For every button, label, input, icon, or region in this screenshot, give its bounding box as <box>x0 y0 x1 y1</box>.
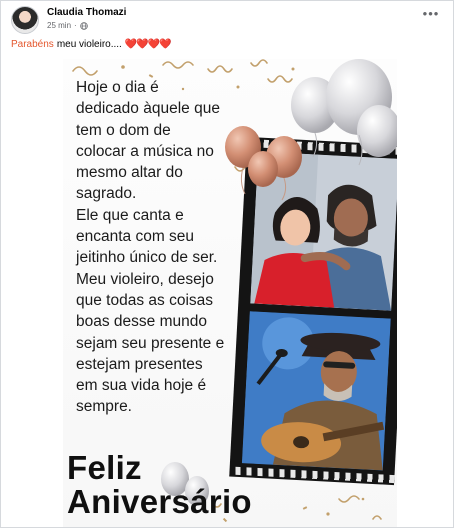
more-horizontal-icon[interactable]: ••• <box>421 7 441 25</box>
post-header: Claudia Thomazi 25 min · ••• <box>11 6 445 36</box>
author-avatar[interactable] <box>11 6 39 34</box>
caption-text: meu violeiro.... <box>56 39 122 50</box>
film-strip <box>229 136 397 486</box>
message-line: Hoje o dia é <box>76 79 159 96</box>
couple-illustration <box>250 151 397 311</box>
post-time[interactable]: 25 min <box>47 21 71 30</box>
globe-icon <box>79 21 88 30</box>
author-name[interactable]: Claudia Thomazi <box>47 7 126 18</box>
caption-emoji: ❤️❤️❤️❤️ <box>124 39 172 50</box>
facebook-post: Claudia Thomazi 25 min · ••• Parabéns me… <box>0 0 454 528</box>
message-line: dedicado àquele que <box>76 100 220 118</box>
birthday-card: Hoje o dia é dedicado àquele que tem o d… <box>63 59 397 527</box>
post-image[interactable]: Hoje o dia é dedicado àquele que tem o d… <box>1 59 453 527</box>
musician-photo <box>241 311 391 471</box>
couple-photo <box>250 151 397 311</box>
title-line-2: Aniversário <box>67 483 252 520</box>
card-title: Feliz Aniversário <box>67 451 252 519</box>
post-caption: Parabéns meu violeiro.... ❤️❤️❤️❤️ <box>11 39 172 50</box>
caption-highlight: Parabéns <box>11 39 54 50</box>
post-meta: 25 min · <box>47 21 88 30</box>
musician-illustration <box>241 311 391 471</box>
title-line-1: Feliz <box>67 449 142 486</box>
